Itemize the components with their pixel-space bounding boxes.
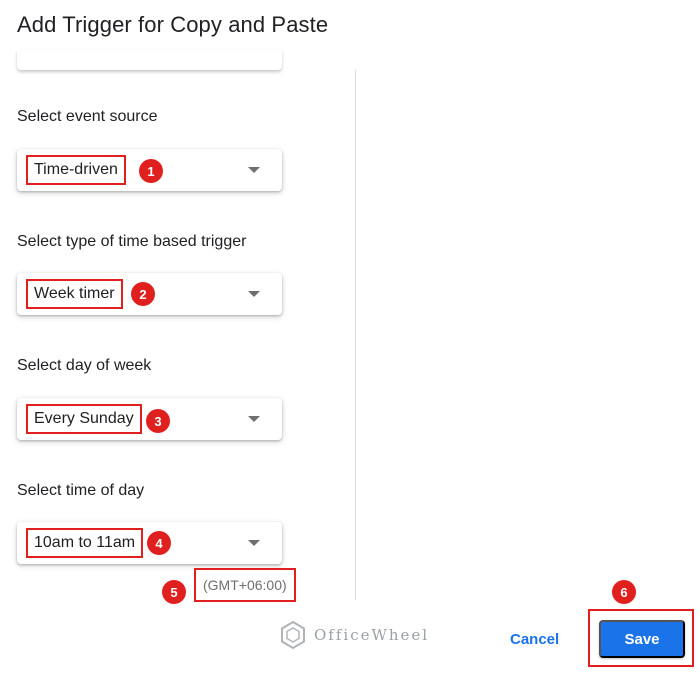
- step-badge: 1: [139, 159, 163, 183]
- trigger-type-value: Week timer: [26, 279, 123, 309]
- step-badge: 2: [131, 282, 155, 306]
- step-badge: 6: [612, 580, 636, 604]
- time-of-day-label: Select time of day: [17, 482, 145, 499]
- watermark: OfficeWheel: [278, 620, 429, 650]
- previous-field-card: [17, 50, 282, 70]
- save-button[interactable]: Save: [599, 620, 685, 658]
- day-of-week-label: Select day of week: [17, 357, 152, 374]
- step-badge: 4: [147, 531, 171, 555]
- step-badge: 3: [146, 409, 170, 433]
- step-badge: 5: [162, 580, 186, 604]
- officewheel-logo-icon: [281, 620, 305, 650]
- trigger-type-label: Select type of time based trigger: [17, 233, 247, 250]
- dropdown-arrow-icon: [248, 416, 260, 422]
- timezone-text: (GMT+06:00): [194, 568, 296, 602]
- day-of-week-value: Every Sunday: [26, 404, 142, 434]
- event-source-label: Select event source: [17, 108, 158, 125]
- dialog-title: Add Trigger for Copy and Paste: [17, 12, 329, 37]
- dropdown-arrow-icon: [248, 540, 260, 546]
- watermark-text: OfficeWheel: [314, 626, 430, 644]
- event-source-value: Time-driven: [26, 155, 126, 185]
- dropdown-arrow-icon: [248, 167, 260, 173]
- cancel-button[interactable]: Cancel: [498, 620, 571, 658]
- dropdown-arrow-icon: [248, 291, 260, 297]
- vertical-divider: [355, 70, 356, 600]
- time-of-day-value: 10am to 11am: [26, 528, 144, 558]
